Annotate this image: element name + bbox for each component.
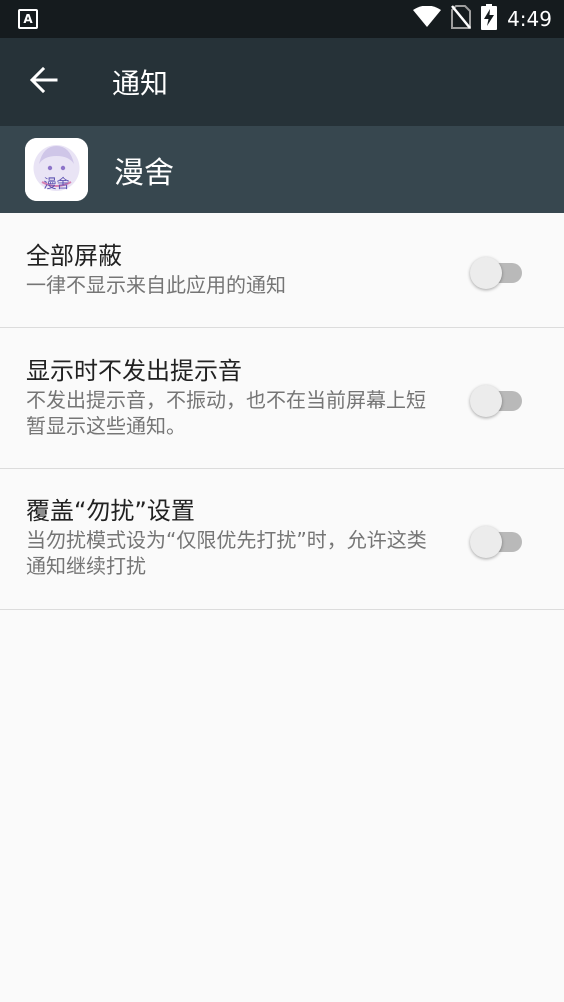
status-time: 4:49 <box>507 7 552 31</box>
setting-title: 显示时不发出提示音 <box>26 357 242 385</box>
no-sim-icon <box>451 5 472 33</box>
block-all-toggle[interactable] <box>470 253 522 289</box>
toggle-thumb <box>470 385 502 417</box>
toolbar: 通知 <box>0 38 564 126</box>
toggle-thumb <box>470 526 502 558</box>
setting-silent[interactable]: 显示时不发出提示音 不发出提示音，不振动，也不在当前屏幕上短暂显示这些通知。 <box>0 328 564 469</box>
toggle-thumb <box>470 257 502 289</box>
status-bar: A 4:49 <box>0 0 564 38</box>
app-header: 漫舍 漫舍 <box>0 126 564 213</box>
app-icon: 漫舍 <box>25 138 88 201</box>
silent-toggle[interactable] <box>470 381 522 417</box>
arrow-back-icon <box>29 66 58 98</box>
setting-summary: 不发出提示音，不振动，也不在当前屏幕上短暂显示这些通知。 <box>26 388 426 438</box>
app-name: 漫舍 <box>114 155 174 191</box>
setting-summary: 一律不显示来自此应用的通知 <box>26 273 286 297</box>
setting-title: 覆盖“勿扰”设置 <box>26 497 195 525</box>
setting-summary: 当勿扰模式设为“仅限优先打扰”时，允许这类通知继续打扰 <box>26 528 427 578</box>
setting-block-all[interactable]: 全部屏蔽 一律不显示来自此应用的通知 <box>0 213 564 328</box>
status-right: 4:49 <box>413 4 552 34</box>
notification-app-icon: A <box>18 9 38 29</box>
override-dnd-toggle[interactable] <box>470 522 522 558</box>
settings-list: 全部屏蔽 一律不显示来自此应用的通知 显示时不发出提示音 不发出提示音，不振动，… <box>0 213 564 610</box>
svg-text:漫舍: 漫舍 <box>43 177 69 192</box>
wifi-icon <box>413 5 442 32</box>
page-title: 通知 <box>112 67 169 100</box>
setting-title: 全部屏蔽 <box>26 242 122 270</box>
setting-override-dnd[interactable]: 覆盖“勿扰”设置 当勿扰模式设为“仅限优先打扰”时，允许这类通知继续打扰 <box>0 469 564 610</box>
battery-charging-icon <box>481 4 498 34</box>
back-button[interactable] <box>28 66 60 98</box>
status-left: A <box>18 9 38 29</box>
